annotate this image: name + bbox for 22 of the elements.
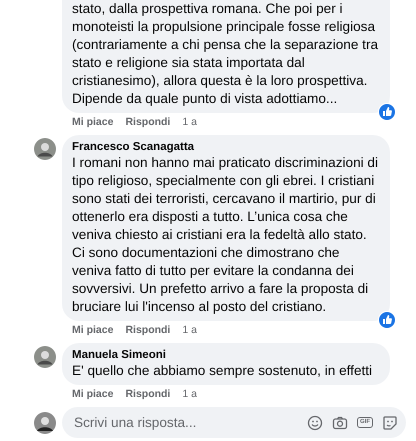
timestamp[interactable]: 1 a — [182, 387, 197, 401]
sticker-icon[interactable] — [382, 414, 398, 430]
avatar[interactable] — [34, 138, 56, 160]
avatar — [34, 412, 56, 434]
like-link[interactable]: Mi piace — [72, 323, 114, 337]
reply-link[interactable]: Rispondi — [125, 387, 170, 401]
timestamp[interactable]: 1 a — [182, 323, 197, 337]
author-name[interactable]: Manuela Simeoni — [72, 348, 382, 362]
avatar[interactable] — [34, 346, 56, 368]
author-name[interactable]: Francesco Scanagatta — [72, 140, 382, 154]
comment-text: E' quello che abbiamo sempre sostenuto, in effetti — [72, 362, 374, 380]
like-reaction-icon[interactable] — [378, 311, 396, 329]
like-link[interactable]: Mi piace — [72, 115, 114, 129]
like-reaction-icon[interactable] — [378, 103, 396, 121]
emoji-icon[interactable] — [307, 414, 323, 430]
reply-link[interactable]: Rispondi — [125, 323, 170, 337]
like-link[interactable]: Mi piace — [72, 387, 114, 401]
comment-text: stato, dalla prospettiva romana. Che poi per i monoteisti la propulsione principale fosse religiosa (contrariamente a chi pensa che la separazione tra stato e religione sia stata importata dal cristianesimo), allora questa è la loro prospettiva. Dipende da quale punto di vista adottiamo... — [72, 0, 380, 108]
camera-icon[interactable] — [332, 414, 348, 430]
comment-text: I romani non hanno mai praticato discriminazioni di tipo religioso, specialmente con gli ebrei. I cristiani sono stati dei terroristi, cercavano il martirio, pur di ottenerlo era disposti a tutto. L’unica cosa che veniva chiesto ai cristiani era la fedeltà allo stato. Ci sono documentazioni che dimostrano che veniva fatto di tutto per evitare la condanna dei sovversivi. Un prefetto arrivo a fare la proposta di bruciare lui l'incenso al posto del cristiano. — [72, 154, 380, 316]
timestamp[interactable]: 1 a — [182, 115, 197, 129]
reply-link[interactable]: Rispondi — [125, 115, 170, 129]
